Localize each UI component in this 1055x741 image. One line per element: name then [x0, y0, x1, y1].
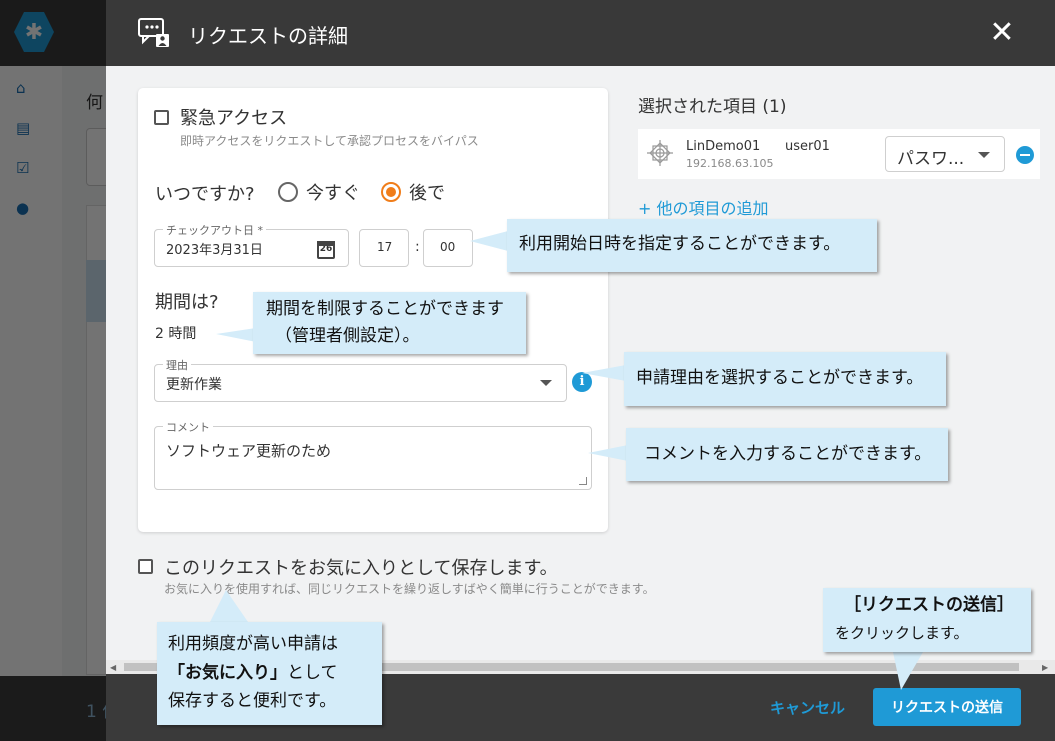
send-request-button[interactable]: リクエストの送信: [873, 688, 1021, 726]
comment-textarea[interactable]: コメント ソフトウェア更新のため: [154, 419, 592, 490]
request-chat-icon: [138, 18, 169, 47]
comment-value: ソフトウェア更新のため: [166, 442, 332, 460]
access-type-value: パスワ...: [897, 149, 965, 169]
radio-now-label: 今すぐ: [306, 183, 360, 204]
checkout-hour-field[interactable]: 17: [359, 229, 409, 267]
duration-label: 期間は?: [155, 292, 219, 313]
callout-duration-line2: （管理者側設定）。: [275, 326, 420, 346]
calendar-icon[interactable]: 26: [317, 241, 335, 259]
callout-favorite-suffix: として: [287, 663, 338, 683]
reason-legend: 理由: [163, 357, 191, 373]
dialog-header: リクエストの詳細 ✕: [106, 0, 1055, 66]
checkout-minute-field[interactable]: 00: [423, 229, 473, 267]
reason-value: 更新作業: [166, 377, 222, 393]
cancel-button[interactable]: キャンセル: [770, 697, 845, 718]
callout-tail: [470, 231, 508, 251]
callout-favorite-bold: 「お気に入り」: [168, 663, 287, 683]
favorite-label: このリクエストをお気に入りとして保存します。: [164, 558, 558, 579]
callout-send-line2: をクリックします。: [835, 624, 969, 642]
callout-favorite: 利用頻度が高い申請は 「お気に入り」として 保存すると便利です。: [157, 622, 382, 725]
close-icon[interactable]: ✕: [986, 16, 1018, 50]
scroll-left-icon[interactable]: ◀: [110, 663, 116, 672]
system-icon: [647, 140, 673, 166]
checkout-date-field[interactable]: チェックアウト日 * 2023年3月31日 26: [154, 222, 349, 267]
callout-send-bold: ［リクエストの送信］: [844, 595, 1014, 615]
selected-item-row: LinDemo01 192.168.63.105 user01 パスワ...: [638, 129, 1040, 179]
duration-value: 2 時間: [155, 326, 197, 342]
comment-legend: コメント: [163, 419, 213, 435]
reason-select[interactable]: 理由 更新作業: [154, 357, 567, 402]
urgent-access-label: 緊急アクセス: [180, 108, 288, 129]
callout-tail: [588, 445, 628, 461]
checkout-minute-value: 00: [440, 240, 456, 254]
callout-reason: 申請理由を選択することができます。: [624, 352, 946, 406]
when-label: いつですか?: [155, 184, 255, 205]
callout-tail: [582, 365, 626, 381]
checkout-date-value: 2023年3月31日: [166, 243, 263, 258]
item-user: user01: [785, 139, 830, 154]
callout-start-time: 利用開始日時を指定することができます。: [507, 219, 877, 272]
dialog-title: リクエストの詳細: [188, 24, 348, 48]
callout-favorite-line1: 利用頻度が高い申請は: [168, 634, 338, 654]
radio-later[interactable]: [381, 182, 401, 202]
urgent-access-checkbox[interactable]: [154, 110, 169, 125]
add-more-items-link[interactable]: + 他の項目の追加: [638, 195, 769, 219]
callout-tail: [216, 328, 256, 342]
callout-favorite-line3: 保存すると便利です。: [168, 691, 337, 711]
callout-comment: コメントを入力することができます。: [626, 428, 948, 481]
favorite-checkbox[interactable]: [138, 559, 153, 574]
chevron-down-icon: [978, 152, 990, 158]
callout-comment-text: コメントを入力することができます。: [644, 444, 932, 464]
callout-tail: [893, 652, 923, 690]
callout-reason-text: 申請理由を選択することができます。: [636, 368, 924, 388]
time-separator: :: [415, 239, 420, 255]
callout-duration-line1: 期間を制限することができます: [266, 299, 504, 319]
radio-now[interactable]: [278, 182, 298, 202]
resize-grip-icon[interactable]: [579, 477, 587, 485]
item-name: LinDemo01: [686, 139, 761, 154]
access-type-select[interactable]: パスワ...: [885, 136, 1005, 172]
checkout-hour-value: 17: [377, 240, 393, 254]
callout-duration: 期間を制限することができます （管理者側設定）。: [253, 292, 526, 354]
callout-send: ［リクエストの送信］ をクリックします。: [823, 588, 1031, 652]
callout-favorite-line2: 「お気に入り」として: [168, 660, 338, 687]
radio-later-label: 後で: [409, 183, 445, 204]
callout-tail: [210, 590, 248, 622]
remove-item-icon[interactable]: [1016, 146, 1034, 164]
urgent-access-description: 即時アクセスをリクエストして承認プロセスをバイパス: [180, 134, 479, 148]
checkout-date-legend: チェックアウト日 *: [163, 222, 266, 238]
chevron-down-icon: [540, 380, 552, 386]
item-ip: 192.168.63.105: [686, 157, 774, 170]
callout-start-time-text: 利用開始日時を指定することができます。: [519, 234, 841, 254]
selected-items-title: 選択された項目 (1): [638, 97, 787, 117]
scroll-right-icon[interactable]: ▶: [1042, 663, 1048, 672]
